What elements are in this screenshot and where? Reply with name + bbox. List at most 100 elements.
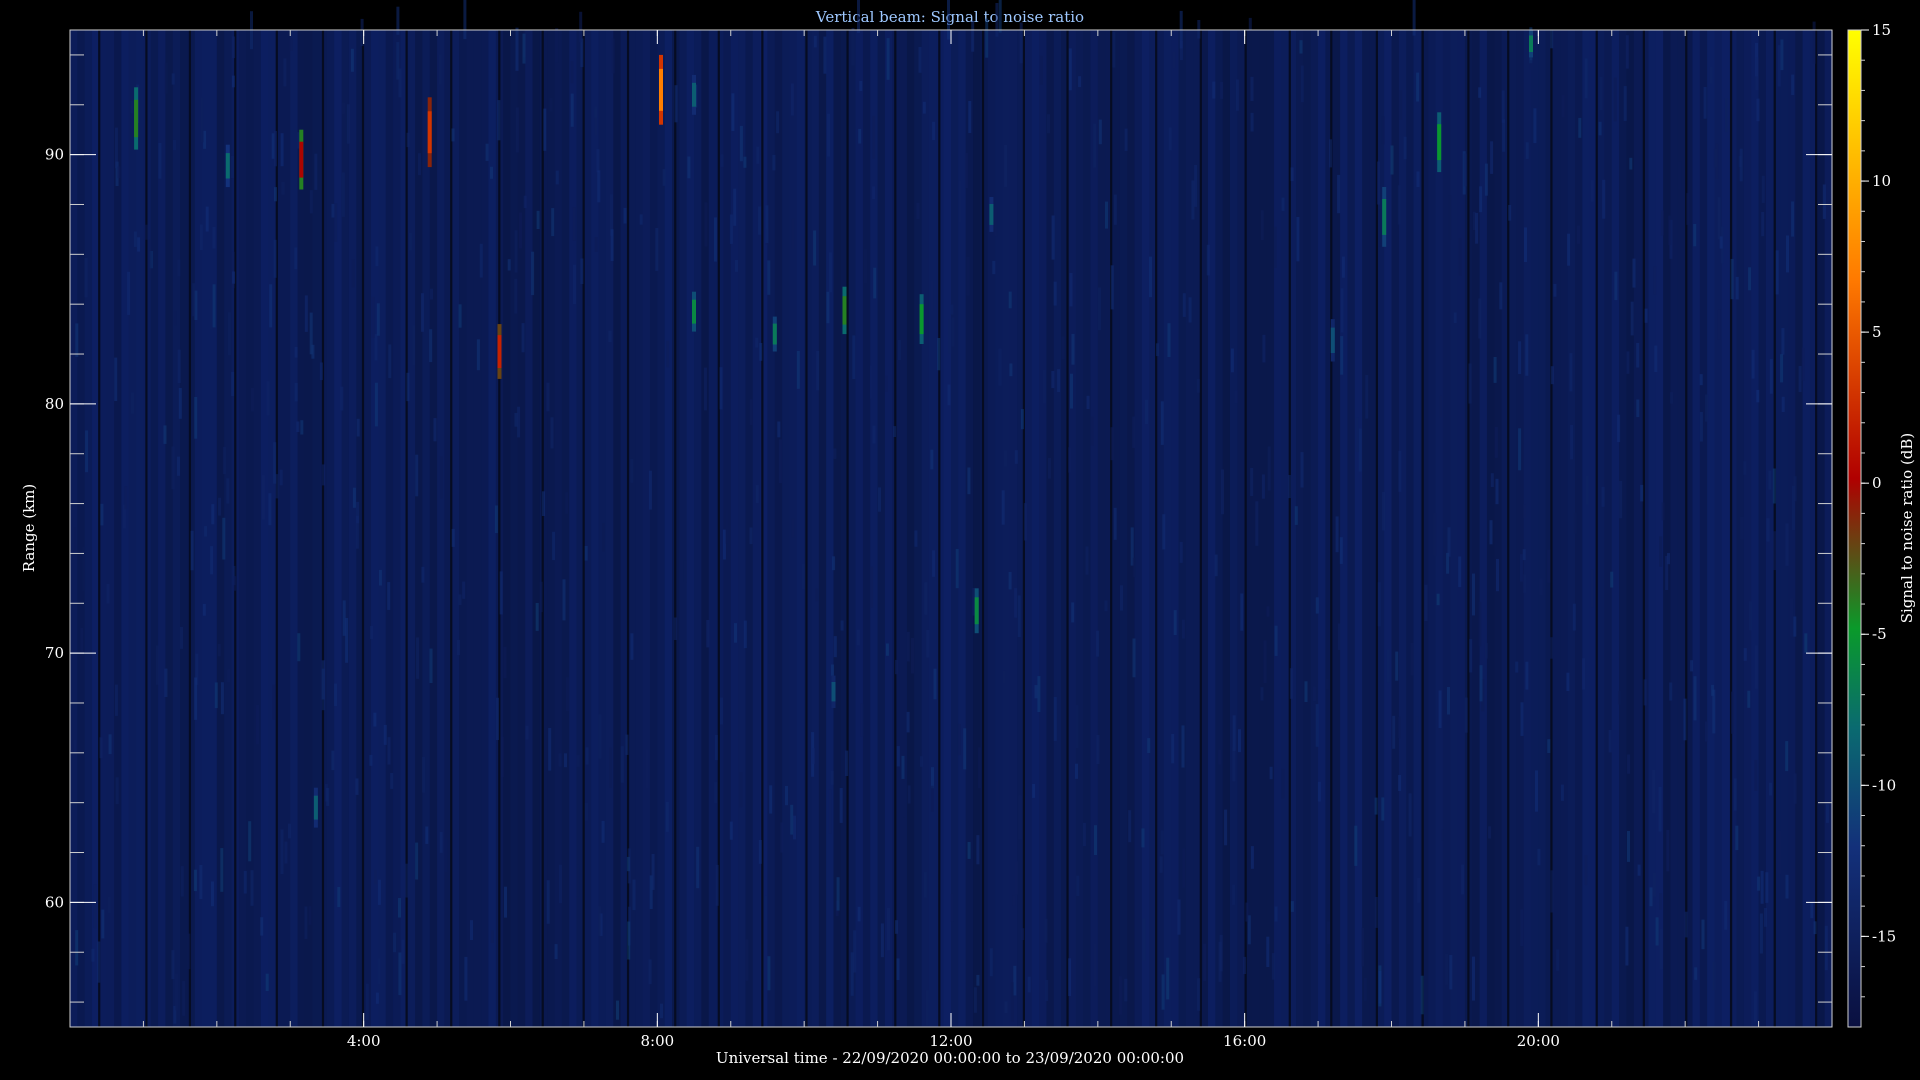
noise-cell [1023, 503, 1027, 541]
noise-cell [458, 304, 462, 328]
noise-cell [1086, 395, 1090, 409]
noise-cell [894, 659, 898, 675]
heat-column [767, 30, 776, 1027]
noise-cell [704, 202, 708, 247]
noise-cell [124, 486, 128, 510]
heat-column [385, 30, 394, 1027]
noise-cell [580, 258, 584, 284]
noise-cell [515, 107, 519, 153]
heat-column [1384, 30, 1393, 1027]
noise-cell [180, 627, 183, 649]
noise-cell [1365, 375, 1369, 419]
noise-cell [950, 893, 954, 922]
data-gap-stripe [1421, 30, 1424, 1027]
heat-column [1215, 30, 1224, 1027]
noise-cell [1069, 273, 1073, 307]
noise-cell [739, 125, 743, 162]
data-gap-stripe [1155, 30, 1158, 1027]
heat-column [1435, 30, 1444, 1027]
noise-cell [375, 246, 379, 267]
noise-cell [1759, 913, 1763, 954]
noise-cell [914, 530, 918, 547]
heat-column [664, 30, 673, 1027]
noise-cell [1032, 784, 1036, 798]
noise-cell [1230, 348, 1234, 373]
noise-cell [1751, 349, 1755, 379]
noise-cell [1018, 795, 1022, 839]
noise-cell [1678, 161, 1682, 190]
noise-cell [1754, 645, 1758, 689]
noise-cell [1312, 686, 1316, 702]
noise-cell [1250, 846, 1254, 869]
heat-column [1141, 30, 1150, 1027]
noise-cell [780, 822, 784, 853]
noise-cell [421, 566, 425, 583]
noise-cell [1337, 174, 1341, 214]
noise-cell [833, 448, 837, 459]
noise-cell [1203, 943, 1207, 981]
noise-cell [1012, 895, 1016, 906]
noise-cell [1354, 825, 1358, 866]
noise-cell [514, 230, 518, 273]
noise-cell [1625, 35, 1629, 69]
noise-cell [1768, 470, 1772, 490]
noise-cell [1824, 925, 1828, 971]
noise-cell [521, 323, 525, 353]
heat-column [870, 30, 879, 1027]
noise-cell [1096, 630, 1100, 657]
noise-cell [1051, 371, 1055, 389]
noise-cell [193, 869, 197, 892]
noise-cell [1417, 877, 1421, 903]
heat-column [1362, 30, 1371, 1027]
noise-cell [1221, 469, 1224, 515]
heat-column [906, 30, 915, 1027]
noise-cell [565, 492, 569, 514]
heat-column [1663, 30, 1672, 1027]
noise-cell [584, 546, 588, 561]
noise-cell [1649, 887, 1653, 907]
noise-cell [114, 684, 118, 716]
heat-column [995, 30, 1003, 1027]
noise-cell [833, 636, 837, 658]
noise-cell [869, 365, 873, 399]
noise-cell [902, 781, 906, 818]
noise-cell [1009, 363, 1013, 377]
noise-cell [1640, 484, 1644, 502]
noise-cell [222, 517, 226, 560]
noise-cell [1522, 549, 1526, 561]
noise-cell [418, 153, 421, 176]
noise-cell [1337, 623, 1341, 650]
noise-cell [1021, 928, 1025, 941]
heat-column [1494, 30, 1503, 1027]
noise-cell [1145, 399, 1148, 424]
noise-cell [272, 684, 276, 720]
noise-cell [1304, 681, 1308, 702]
noise-cell [1668, 215, 1672, 246]
noise-cell [350, 48, 354, 72]
noise-cell [758, 840, 762, 864]
noise-cell [1617, 690, 1621, 705]
noise-cell [971, 20, 975, 52]
noise-cell [1294, 506, 1298, 525]
noise-cell [261, 475, 265, 520]
heat-column [1083, 30, 1092, 1027]
heat-column [1134, 30, 1143, 1027]
noise-cell [1627, 754, 1631, 774]
data-gap-stripe [1730, 30, 1733, 1027]
noise-cell [1627, 831, 1630, 862]
noise-cell [1569, 353, 1573, 392]
noise-cell [1665, 555, 1669, 590]
noise-cell [610, 229, 614, 261]
noise-cell [1281, 768, 1285, 799]
noise-cell [572, 207, 576, 241]
noise-cell [1361, 927, 1365, 967]
noise-cell [1760, 870, 1764, 904]
noise-cell [80, 628, 84, 652]
noise-cell [289, 38, 293, 51]
heat-column [378, 30, 387, 1027]
noise-cell [494, 505, 498, 534]
noise-cell [1699, 412, 1703, 442]
heat-column [1097, 30, 1106, 1027]
noise-cell [1560, 784, 1564, 801]
heat-column [1039, 30, 1048, 1027]
